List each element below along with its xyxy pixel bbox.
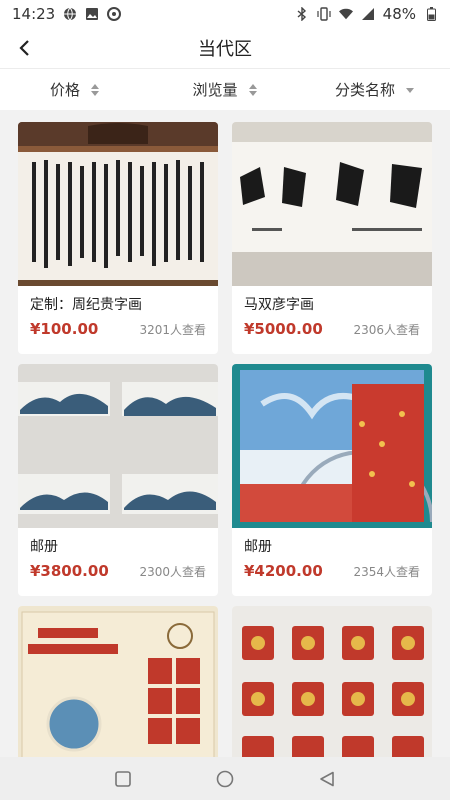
sort-updown-icon (91, 83, 99, 96)
recents-button[interactable] (111, 767, 135, 791)
triangle-back-icon (320, 771, 334, 786)
battery-icon (424, 7, 438, 21)
product-title: 马双彦字画 (244, 297, 314, 313)
product-title: 邮册 (244, 539, 272, 555)
circle-icon (216, 770, 234, 787)
product-card[interactable]: 邮册 ¥4200.00 2354人查看 (232, 364, 432, 596)
product-image (18, 122, 218, 286)
sort-updown-icon (248, 83, 257, 96)
product-image (18, 606, 218, 757)
product-price: ¥100.00 (30, 320, 99, 338)
bluetooth-icon (295, 7, 309, 21)
product-price: ¥5000.00 (244, 320, 323, 338)
battery-percent: 48% (382, 5, 416, 23)
filter-price[interactable]: 价格 (0, 79, 150, 100)
product-views: 3201人查看 (139, 323, 206, 337)
product-image (232, 606, 432, 757)
title-bar: 当代区 (0, 28, 450, 68)
status-bar: 14:23 48% (0, 0, 450, 28)
product-image (18, 364, 218, 528)
filter-category[interactable]: 分类名称 (300, 79, 450, 100)
home-button[interactable] (213, 767, 237, 791)
filter-views-label: 浏览量 (192, 81, 238, 99)
product-card[interactable]: 定制：周纪贵字画 ¥100.00 3201人查看 (18, 122, 218, 354)
back-arrow-icon (19, 40, 29, 56)
system-nav-bar (0, 757, 450, 800)
image-notification-icon (85, 7, 99, 21)
product-views: 2354人查看 (353, 565, 420, 579)
product-price: ¥4200.00 (244, 562, 323, 580)
filter-views[interactable]: 浏览量 (150, 79, 300, 100)
filter-price-label: 价格 (49, 81, 80, 99)
product-card[interactable] (232, 606, 432, 757)
product-grid: 定制：周纪贵字画 ¥100.00 3201人查看 马双彦字画 ¥5000.00 … (0, 110, 450, 757)
filter-category-label: 分类名称 (334, 81, 395, 99)
product-image (232, 122, 432, 286)
dropdown-arrow-icon (406, 87, 414, 93)
product-price: ¥3800.00 (30, 562, 109, 580)
product-card[interactable]: 马双彦字画 ¥5000.00 2306人查看 (232, 122, 432, 354)
filter-bar: 价格 浏览量 分类名称 (0, 68, 450, 110)
system-back-button[interactable] (315, 767, 339, 791)
product-image (232, 364, 432, 528)
globe-icon (63, 7, 77, 21)
product-title: 邮册 (30, 539, 58, 555)
page-title: 当代区 (198, 39, 252, 60)
wifi-icon (338, 7, 353, 21)
sync-notification-icon (107, 7, 122, 21)
product-title: 定制：周纪贵字画 (30, 297, 142, 313)
back-button[interactable] (10, 34, 38, 62)
clock: 14:23 (12, 5, 56, 23)
product-card[interactable] (18, 606, 218, 757)
product-views: 2306人查看 (353, 323, 420, 337)
product-views: 2300人查看 (139, 565, 206, 579)
cell-signal-icon (361, 7, 375, 21)
vibrate-icon (317, 7, 331, 21)
product-card[interactable]: 邮册 ¥3800.00 2300人查看 (18, 364, 218, 596)
square-icon (115, 770, 131, 787)
